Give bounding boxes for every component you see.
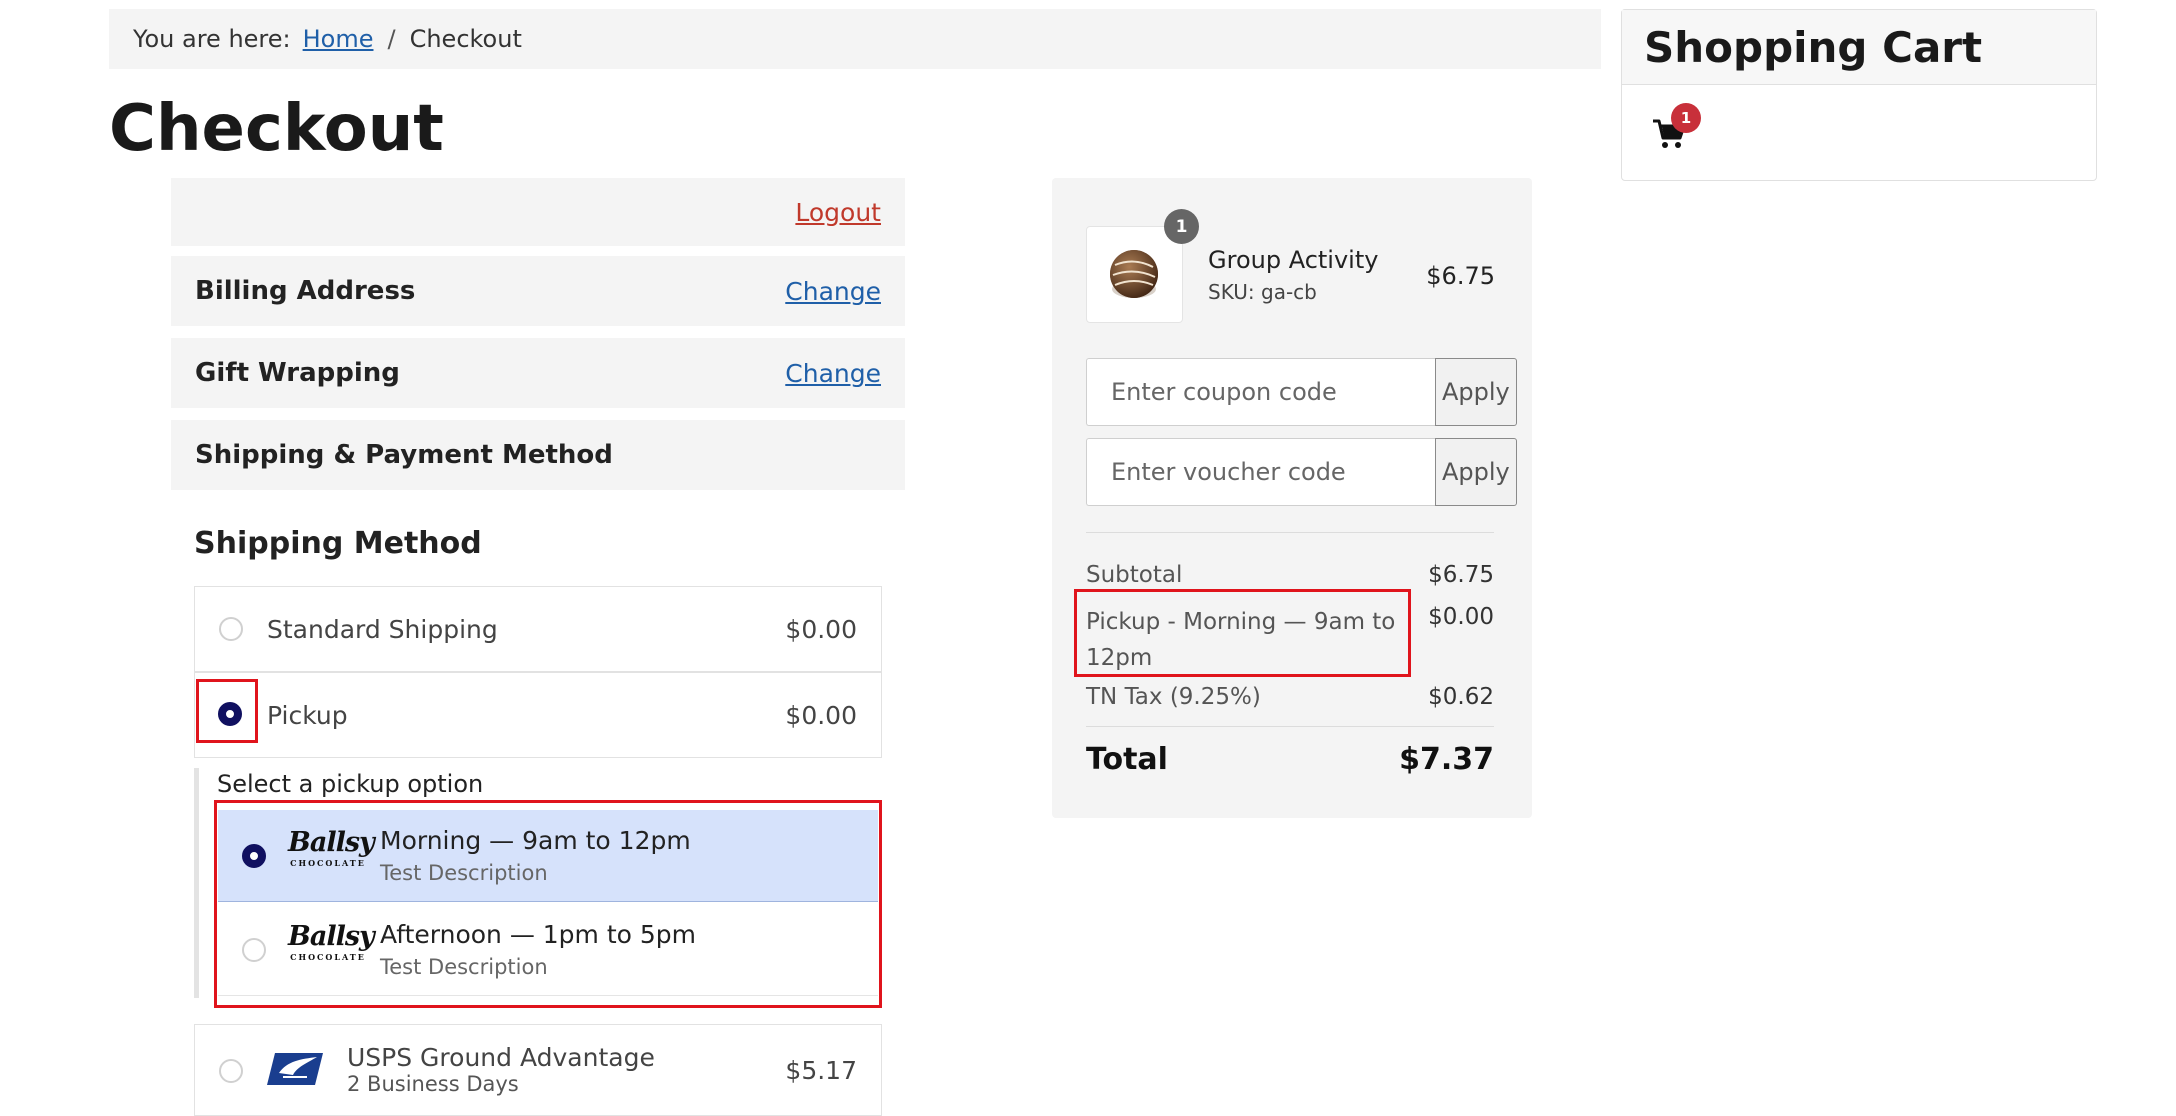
usps-eagle-icon <box>267 1053 323 1085</box>
item-price: $6.75 <box>1426 262 1495 290</box>
option-price: $5.17 <box>785 1055 857 1085</box>
logout-link[interactable]: Logout <box>795 198 881 227</box>
shipping-payment-title: Shipping & Payment Method <box>195 440 613 470</box>
pickup-options-divider <box>194 768 199 998</box>
coupon-input[interactable] <box>1086 358 1435 426</box>
usps-label-group: USPS Ground Advantage 2 Business Days <box>347 1042 655 1097</box>
gift-change-link[interactable]: Change <box>785 359 881 388</box>
shipping-option-pickup[interactable]: Pickup $0.00 <box>194 672 882 758</box>
shipping-method-title: Shipping Method <box>194 526 482 561</box>
pickup-options-label: Select a pickup option <box>217 770 484 798</box>
breadcrumb-prefix: You are here: <box>133 25 291 53</box>
tax-value: $0.62 <box>1428 684 1494 710</box>
item-name: Group Activity <box>1208 246 1379 274</box>
logout-step: Logout <box>171 178 905 246</box>
shipping-option-standard[interactable]: Standard Shipping $0.00 <box>194 586 882 672</box>
annotation-box <box>196 679 258 743</box>
option-label: Standard Shipping <box>267 614 498 644</box>
tax-label: TN Tax (9.25%) <box>1086 684 1261 710</box>
standard-shipping-radio[interactable] <box>219 617 243 641</box>
cart-count-badge: 1 <box>1671 103 1701 133</box>
option-label: Pickup <box>267 700 348 730</box>
apply-voucher-button[interactable]: Apply <box>1435 438 1517 506</box>
summary-divider <box>1086 726 1494 727</box>
voucher-input[interactable] <box>1086 438 1435 506</box>
page-title: Checkout <box>109 92 444 166</box>
option-sublabel: 2 Business Days <box>347 1072 519 1097</box>
voucher-group: Apply <box>1086 438 1517 506</box>
billing-change-link[interactable]: Change <box>785 277 881 306</box>
pickup-line-value: $0.00 <box>1428 604 1494 630</box>
usps-radio[interactable] <box>219 1059 243 1083</box>
product-thumbnail <box>1086 226 1183 323</box>
chocolate-truffle-icon <box>1110 250 1158 298</box>
summary-divider <box>1086 532 1494 533</box>
total-label: Total <box>1086 742 1168 777</box>
option-label: USPS Ground Advantage <box>347 1042 655 1072</box>
apply-coupon-button[interactable]: Apply <box>1435 358 1517 426</box>
annotation-box <box>1074 589 1411 677</box>
total-value: $7.37 <box>1399 742 1494 777</box>
annotation-box <box>214 800 882 1008</box>
billing-address-title: Billing Address <box>195 276 416 306</box>
quantity-badge: 1 <box>1164 209 1199 244</box>
gift-wrapping-title: Gift Wrapping <box>195 358 400 388</box>
shipping-option-usps[interactable]: USPS Ground Advantage 2 Business Days $5… <box>194 1024 882 1116</box>
option-price: $0.00 <box>785 700 857 730</box>
shopping-cart-title: Shopping Cart <box>1622 10 2096 85</box>
option-price: $0.00 <box>785 614 857 644</box>
breadcrumb: You are here: Home / Checkout <box>109 9 1601 69</box>
breadcrumb-current: Checkout <box>409 25 522 53</box>
item-sku: SKU: ga-cb <box>1208 280 1317 304</box>
shipping-payment-step: Shipping & Payment Method <box>171 420 905 490</box>
breadcrumb-separator: / <box>387 25 396 53</box>
breadcrumb-home-link[interactable]: Home <box>303 25 374 53</box>
coupon-group: Apply <box>1086 358 1517 426</box>
subtotal-label: Subtotal <box>1086 562 1183 588</box>
subtotal-value: $6.75 <box>1428 562 1494 588</box>
gift-wrapping-step: Gift Wrapping Change <box>171 338 905 408</box>
billing-address-step: Billing Address Change <box>171 256 905 326</box>
